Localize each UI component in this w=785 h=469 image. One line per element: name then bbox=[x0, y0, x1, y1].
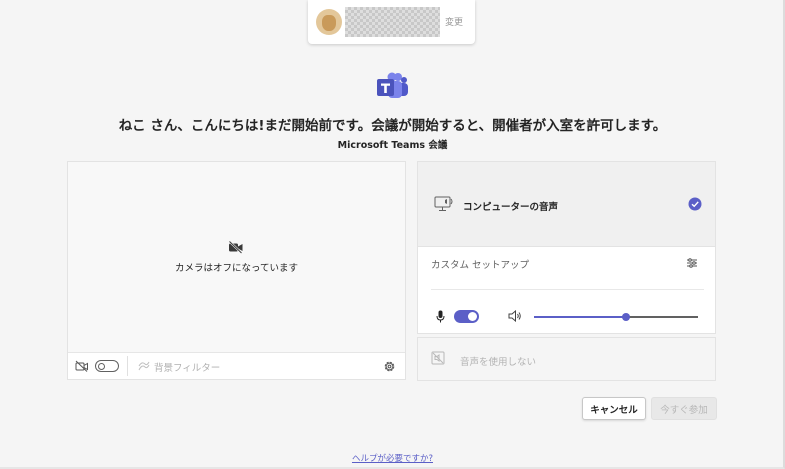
custom-setup-panel: カスタム セットアップ bbox=[417, 247, 716, 334]
avatar bbox=[316, 9, 342, 35]
cancel-button[interactable]: キャンセル bbox=[582, 397, 646, 420]
custom-setup-label: カスタム セットアップ bbox=[431, 260, 530, 271]
volume-slider-fill bbox=[534, 316, 626, 318]
no-audio-label: 音声を使用しない bbox=[460, 357, 537, 368]
camera-toggle[interactable] bbox=[95, 360, 119, 372]
video-toolbar: 背景フィルター bbox=[68, 353, 405, 379]
no-audio-option[interactable]: 音声を使用しない bbox=[417, 337, 716, 381]
video-preview: カメラはオフになっています bbox=[68, 162, 405, 353]
cat-avatar-icon bbox=[322, 15, 336, 31]
camera-off-toolbar-icon bbox=[75, 360, 88, 372]
camera-toggle-knob bbox=[98, 362, 105, 370]
microphone-toggle-knob bbox=[468, 312, 477, 321]
computer-audio-option[interactable]: コンピューターの音声 bbox=[417, 161, 716, 247]
speaker-icon bbox=[508, 310, 521, 322]
microphone-icon bbox=[436, 310, 445, 323]
microphone-toggle[interactable] bbox=[454, 310, 479, 323]
checkmark-circle-icon bbox=[688, 197, 702, 211]
redacted-account-name bbox=[345, 7, 440, 37]
account-card: 変更 bbox=[308, 0, 475, 44]
meeting-label: Microsoft Teams 会議 bbox=[337, 140, 448, 151]
speaker-off-icon bbox=[431, 351, 445, 365]
page-title: ねこ さん、こんにちは!まだ開始前です。会議が開始すると、開催者が入室を許可しま… bbox=[118, 118, 667, 134]
help-link[interactable]: ヘルプが必要ですか? bbox=[0, 452, 785, 464]
computer-audio-label: コンピューターの音声 bbox=[463, 202, 559, 213]
computer-speaker-icon bbox=[434, 196, 453, 211]
background-filter-icon bbox=[138, 361, 150, 371]
background-filter-button[interactable]: 背景フィルター bbox=[154, 360, 220, 374]
divider bbox=[431, 289, 704, 290]
volume-slider-thumb[interactable] bbox=[621, 313, 630, 321]
settings-sliders-icon[interactable] bbox=[686, 257, 698, 269]
gear-icon[interactable] bbox=[383, 360, 396, 373]
camera-off-text: カメラはオフになっています bbox=[174, 263, 299, 274]
video-preview-panel: カメラはオフになっています 背景フィルター bbox=[67, 161, 406, 380]
camera-off-icon bbox=[228, 240, 243, 254]
toolbar-divider bbox=[127, 356, 128, 376]
join-now-button[interactable]: 今すぐ参加 bbox=[651, 397, 717, 420]
volume-slider[interactable] bbox=[534, 313, 698, 321]
change-account-link[interactable]: 変更 bbox=[445, 15, 463, 28]
microsoft-teams-logo-icon bbox=[377, 72, 408, 98]
